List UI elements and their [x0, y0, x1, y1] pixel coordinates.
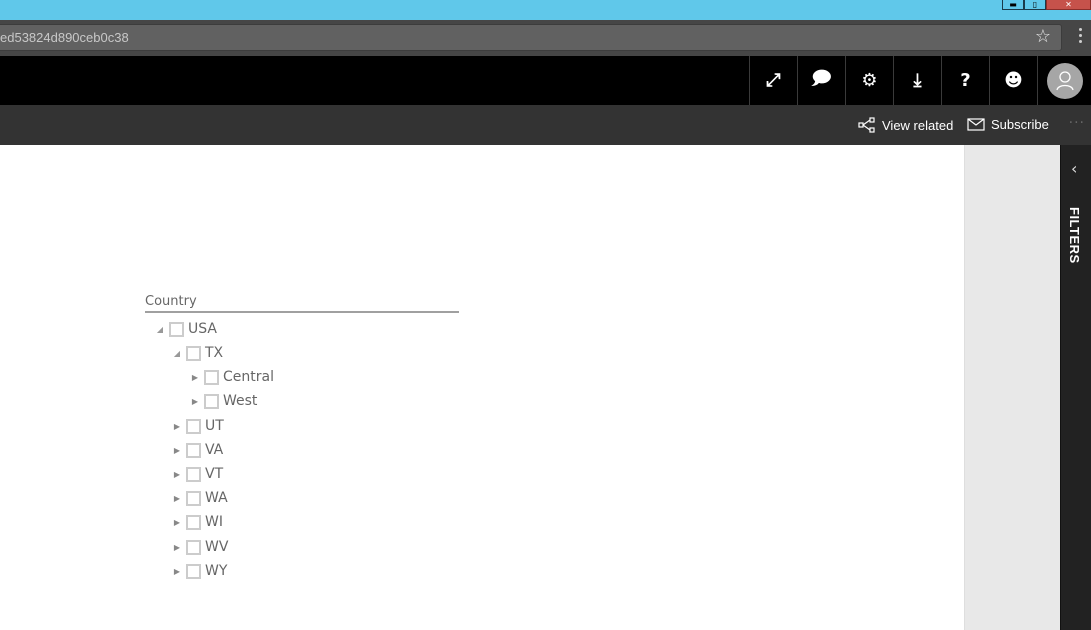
user-icon: [1055, 70, 1074, 90]
view-related-button[interactable]: View related: [858, 117, 953, 133]
collapsed-triangle-icon[interactable]: ▶: [172, 494, 182, 503]
comment-button[interactable]: 🗩: [797, 56, 845, 105]
node-checkbox[interactable]: [186, 418, 201, 434]
tree-node[interactable]: ▶ WI: [172, 510, 223, 534]
node-label: WA: [205, 490, 228, 506]
expanded-triangle-icon[interactable]: ◢: [155, 325, 165, 334]
feedback-icon: ☻: [1004, 70, 1023, 91]
filters-label[interactable]: FILTERS: [1067, 207, 1082, 264]
bookmark-star-icon[interactable]: ☆: [1035, 26, 1051, 47]
node-checkbox[interactable]: [186, 345, 201, 361]
node-checkbox[interactable]: [204, 393, 219, 409]
tree-node[interactable]: ◢ TX: [172, 341, 223, 365]
help-icon: ?: [960, 70, 971, 91]
filter-pane: [964, 145, 1060, 630]
settings-button[interactable]: ⚙: [845, 56, 893, 105]
fullscreen-icon: ⤢: [766, 70, 781, 91]
tree-node[interactable]: ▶ WV: [172, 535, 229, 559]
collapse-chevron-icon[interactable]: ‹: [1071, 159, 1077, 178]
node-label: WY: [205, 563, 228, 579]
tree-node[interactable]: ▶ VT: [172, 462, 223, 486]
collapsed-triangle-icon[interactable]: ▶: [172, 422, 182, 431]
node-checkbox[interactable]: [169, 321, 184, 337]
settings-icon: ⚙: [861, 70, 878, 91]
node-checkbox[interactable]: [186, 563, 201, 579]
node-label: WI: [205, 514, 223, 530]
node-label: USA: [188, 321, 217, 337]
collapsed-triangle-icon[interactable]: ▶: [172, 567, 182, 576]
download-icon: ⤓: [913, 70, 922, 91]
collapsed-triangle-icon[interactable]: ▶: [172, 446, 182, 455]
node-checkbox[interactable]: [186, 514, 201, 530]
more-options-icon[interactable]: ···: [1069, 115, 1085, 131]
tree-node[interactable]: ▶ WY: [172, 559, 227, 583]
node-checkbox[interactable]: [186, 490, 201, 506]
url-text: ed53824d890ceb0c38: [0, 30, 129, 45]
node-label: Central: [223, 369, 274, 385]
filters-rail[interactable]: ‹ FILTERS: [1060, 145, 1091, 630]
window-controls: ▬ ▯ ✕: [1002, 0, 1091, 10]
close-button[interactable]: ✕: [1046, 0, 1091, 10]
collapsed-triangle-icon[interactable]: ▶: [190, 397, 200, 406]
node-checkbox[interactable]: [204, 369, 219, 385]
profile-button[interactable]: [1037, 56, 1091, 105]
tree-node[interactable]: ▶ West: [190, 389, 258, 413]
tree-node[interactable]: ▶ Central: [190, 365, 274, 389]
node-label: WV: [205, 539, 229, 555]
minimize-icon: ▬: [1009, 0, 1017, 9]
node-label: TX: [205, 345, 224, 361]
avatar: [1046, 62, 1083, 99]
close-icon: ✕: [1065, 0, 1072, 9]
feedback-button[interactable]: ☻: [989, 56, 1037, 105]
collapsed-triangle-icon[interactable]: ▶: [172, 518, 182, 527]
subscribe-label: Subscribe: [991, 117, 1049, 132]
fullscreen-button[interactable]: ⤢: [749, 56, 797, 105]
node-checkbox[interactable]: [186, 539, 201, 555]
browser-menu-icon[interactable]: [1079, 28, 1083, 46]
share-graph-icon: [858, 117, 875, 133]
slicer-header: Country: [145, 294, 459, 313]
browser-address-bar: ed53824d890ceb0c38 ☆: [0, 20, 1091, 56]
header-icon-group: ⤢ 🗩 ⚙ ⤓? ☻: [749, 56, 1091, 105]
node-label: UT: [205, 418, 224, 434]
node-label: VA: [205, 442, 224, 458]
app-header: ⤢ 🗩 ⚙ ⤓? ☻: [0, 56, 1091, 105]
subscribe-button[interactable]: Subscribe: [967, 117, 1049, 132]
node-label: VT: [205, 466, 224, 482]
comment-icon: 🗩: [811, 67, 832, 89]
report-canvas: [0, 145, 964, 630]
help-button[interactable]: ?: [941, 56, 989, 105]
view-related-label: View related: [882, 117, 954, 133]
mail-icon: [967, 118, 985, 131]
expanded-triangle-icon[interactable]: ◢: [172, 349, 182, 358]
node-checkbox[interactable]: [186, 442, 201, 458]
node-checkbox[interactable]: [186, 466, 201, 482]
collapsed-triangle-icon[interactable]: ▶: [190, 373, 200, 382]
window-titlebar: ▬ ▯ ✕: [0, 0, 1091, 20]
minimize-button[interactable]: ▬: [1002, 0, 1024, 10]
node-label: West: [223, 393, 258, 409]
collapsed-triangle-icon[interactable]: ▶: [172, 543, 182, 552]
tree-node[interactable]: ▶ WA: [172, 486, 228, 510]
action-bar: View related Subscribe ···: [0, 105, 1091, 145]
restore-icon: ▯: [1032, 0, 1038, 9]
restore-button[interactable]: ▯: [1024, 0, 1046, 10]
download-button[interactable]: ⤓: [893, 56, 941, 105]
tree-node[interactable]: ▶ VA: [172, 438, 223, 462]
url-input[interactable]: ed53824d890ceb0c38 ☆: [0, 24, 1062, 51]
tree-node[interactable]: ◢ USA: [155, 317, 217, 341]
country-slicer: Country: [145, 294, 459, 313]
tree-node[interactable]: ▶ UT: [172, 414, 224, 438]
collapsed-triangle-icon[interactable]: ▶: [172, 470, 182, 479]
